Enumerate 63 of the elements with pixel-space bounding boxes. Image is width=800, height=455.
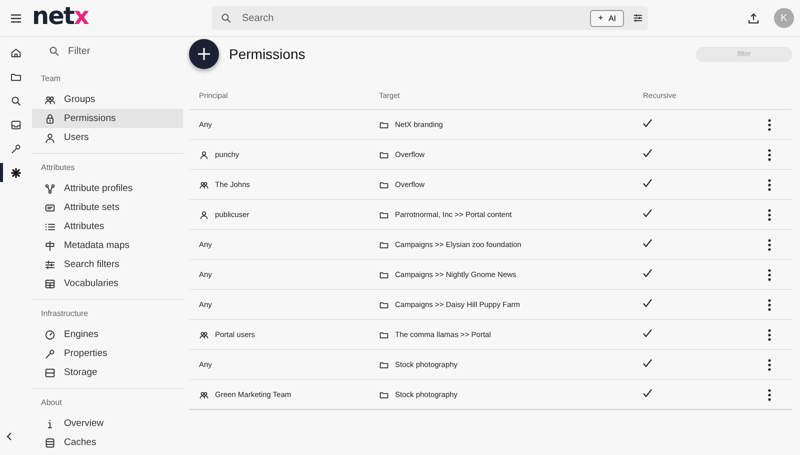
section-title: Infrastructure [40, 308, 90, 320]
group-icon [199, 330, 209, 340]
lock-icon [44, 112, 56, 124]
table-icon [44, 278, 56, 290]
user-icon [199, 210, 209, 220]
search-icon [10, 94, 22, 106]
database-icon [44, 436, 56, 448]
group-icon [44, 94, 56, 106]
wrench-icon [10, 142, 22, 154]
storage-icon [44, 366, 56, 378]
folder-icon [379, 300, 389, 310]
wrench-icon [44, 348, 56, 360]
sidebar-item[interactable]: Groups [32, 90, 183, 109]
folder-icon [379, 360, 389, 370]
folder-icon [379, 120, 389, 130]
sidebar-item[interactable]: Caches [32, 433, 183, 452]
filter-settings-icon[interactable] [632, 12, 644, 24]
search-icon [220, 12, 232, 24]
sidebar-item[interactable]: Attribute sets [32, 198, 183, 217]
sidebar-item[interactable]: Overview [32, 414, 183, 433]
sidebar-item[interactable]: Attribute profiles [32, 179, 183, 198]
folder-icon [379, 180, 389, 190]
gauge-icon [44, 328, 56, 340]
signpost-icon [44, 240, 56, 252]
sidebar-item[interactable]: Storage [32, 363, 183, 382]
add-button[interactable] [189, 39, 219, 69]
collapse-icon[interactable] [6, 432, 12, 441]
group-icon [199, 390, 209, 400]
folder-icon [379, 390, 389, 400]
section-title: Attributes [40, 162, 76, 174]
sidebar-item[interactable]: Vocabularies [32, 274, 183, 293]
page-title: Permissions [229, 46, 306, 62]
sidebar-item[interactable]: Users [32, 128, 183, 147]
card-icon [44, 202, 56, 214]
sidebar-item[interactable]: Attributes [32, 217, 183, 236]
sidebar-item[interactable]: Engines [32, 325, 183, 344]
folder-icon [379, 240, 389, 250]
group-icon [199, 180, 209, 190]
folder-icon [379, 150, 389, 160]
ai-button[interactable]: AI [590, 10, 624, 26]
search-field[interactable]: Search AI [212, 6, 648, 30]
plus-icon [198, 48, 210, 60]
sliders-icon [44, 258, 56, 270]
user-icon [199, 150, 209, 160]
search-icon [48, 45, 60, 57]
upload-icon[interactable] [747, 12, 760, 24]
sidebar-item[interactable]: Metadata maps [32, 236, 183, 255]
inbox-icon [10, 118, 22, 130]
home-icon [10, 46, 22, 58]
section-title: Team [40, 73, 62, 85]
menu-icon[interactable] [11, 14, 21, 22]
sidebar-item[interactable]: Properties [32, 344, 183, 363]
folder-icon [379, 270, 389, 280]
sidebar-item[interactable]: Permissions [32, 109, 183, 128]
sparkle-icon [598, 14, 606, 22]
sidebar-item[interactable]: Search filters [32, 255, 183, 274]
section-title: About [40, 397, 63, 409]
folder-icon [379, 210, 389, 220]
logo: netx [32, 2, 88, 30]
folder-icon [379, 330, 389, 340]
user-icon [44, 132, 56, 144]
nodes-icon [44, 182, 56, 194]
filter-field[interactable]: Filter [66, 44, 170, 58]
